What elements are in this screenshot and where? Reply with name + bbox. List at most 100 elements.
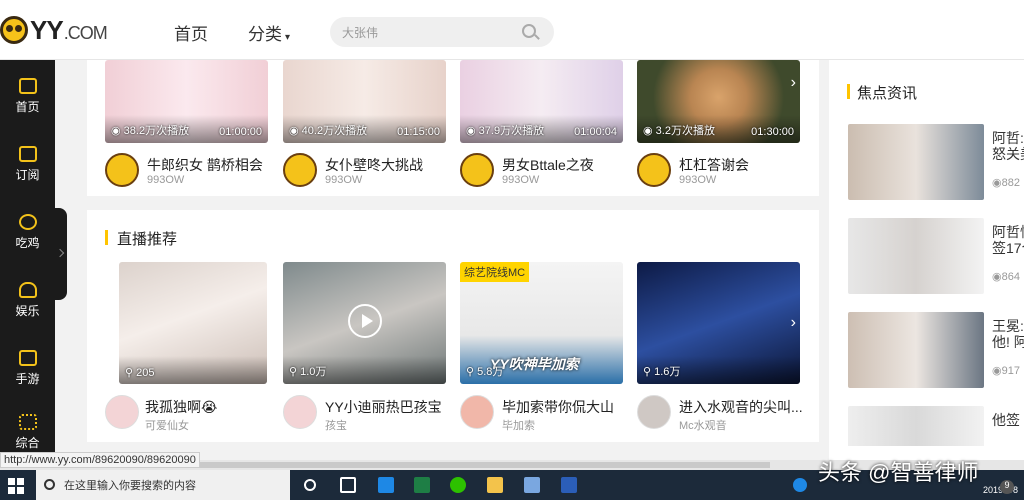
news-headline[interactable]: 他签 <box>992 410 1020 430</box>
video-title[interactable]: 女仆壁咚大挑战 <box>325 155 423 175</box>
chevron-right-icon[interactable]: › <box>791 74 796 92</box>
video-card[interactable]: ◉ 40.2万次播放 01:15:00 女仆壁咚大挑战 993OW <box>283 60 446 187</box>
avatar[interactable] <box>283 153 317 187</box>
feishu-icon[interactable] <box>524 477 540 493</box>
scrollbar-thumb[interactable] <box>150 462 770 468</box>
sidebar-item-general[interactable]: 综合 <box>0 414 55 451</box>
video-title[interactable]: 男女Bttale之夜 <box>502 155 594 175</box>
video-thumbnail[interactable]: ◉ 38.2万次播放 01:00:00 <box>105 60 268 143</box>
sidebar-item-subscribe[interactable]: 订阅 <box>0 146 55 183</box>
sidebar-item-home[interactable]: 首页 <box>0 78 55 115</box>
news-item[interactable]: 阿哲: 怒关美 ◉882 <box>848 124 1024 200</box>
avatar[interactable] <box>637 153 671 187</box>
taskbar-search[interactable]: 在这里输入你要搜索的内容 <box>36 470 290 500</box>
live-card[interactable]: ⚲ 1.0万 YY小迪丽热巴孩宝 孩宝 <box>283 262 446 432</box>
video-title[interactable]: 杠杠答谢会 <box>679 155 749 175</box>
multitask-icon[interactable] <box>340 477 356 493</box>
play-icon[interactable] <box>348 304 382 338</box>
nav-category[interactable]: 分类 ▾ <box>248 20 290 45</box>
channel-name: 993OW <box>325 174 363 186</box>
video-card[interactable]: › ◉ 3.2万次播放 01:30:00 杠杠答谢会 993OW <box>637 60 800 187</box>
sidebar-item-label: 综合 <box>15 436 40 450</box>
nav-category-label: 分类 <box>248 25 282 44</box>
news-item[interactable]: 阿哲忙 签17个 ◉864 <box>848 218 1024 294</box>
yy-logo[interactable]: YY.COM <box>0 12 108 48</box>
live-title[interactable]: 我孤独啊😭 <box>145 397 217 417</box>
video-thumbnail[interactable]: ◉ 40.2万次播放 01:15:00 <box>283 60 446 143</box>
sidebar-item-label: 手游 <box>15 372 40 386</box>
viewer-count: ⚲ 205 <box>125 367 155 379</box>
live-card[interactable]: › ⚲ 1.6万 进入水观音的尖叫... Mc水观音 <box>637 262 803 432</box>
search-input[interactable]: 大张伟 <box>342 24 378 41</box>
video-card[interactable]: ◉ 37.9万次播放 01:00:04 男女Bttale之夜 993OW <box>460 60 623 187</box>
live-thumbnail[interactable]: › ⚲ 1.6万 <box>637 262 800 384</box>
avatar[interactable] <box>105 395 139 429</box>
news-item[interactable]: 他签 <box>848 406 1024 446</box>
subscribe-icon <box>18 146 37 162</box>
avatar[interactable] <box>283 395 317 429</box>
search-icon[interactable] <box>522 24 536 38</box>
news-thumbnail[interactable] <box>848 218 984 294</box>
sidebar-item-game[interactable]: 吃鸡 <box>0 214 55 251</box>
edge-browser-icon[interactable] <box>378 477 394 493</box>
news-headline-line2[interactable]: 他! 阿 <box>992 332 1024 352</box>
live-card[interactable]: ⚲ 205 我孤独啊😭 可爱仙女 <box>105 262 282 432</box>
live-title[interactable]: 进入水观音的尖叫... <box>679 397 803 417</box>
news-thumbnail[interactable] <box>848 124 984 200</box>
sidebar-item-entertainment[interactable]: 娱乐 <box>0 282 55 319</box>
live-thumbnail[interactable]: 综艺院线MC YY吹神毕加索 ⚲ 5.8万 <box>460 262 623 384</box>
excel-icon[interactable] <box>414 477 430 493</box>
channel-name: 993OW <box>679 174 717 186</box>
news-item[interactable]: 王冕: 他! 阿 ◉917 <box>848 312 1024 388</box>
mobile-game-icon <box>18 350 37 366</box>
file-explorer-icon[interactable] <box>487 477 503 493</box>
game-icon <box>18 214 37 230</box>
view-count: ◉ 38.2万次播放 <box>111 125 190 137</box>
task-view-icon[interactable] <box>304 479 316 491</box>
avatar[interactable] <box>460 153 494 187</box>
search-box[interactable]: 大张伟 <box>330 17 554 47</box>
live-thumbnail[interactable]: ⚲ 205 <box>119 262 267 384</box>
news-column: 焦点资讯 阿哲: 怒关美 ◉882 阿哲忙 签17个 ◉864 王冕: 他! 阿… <box>829 60 1024 460</box>
live-card[interactable]: 综艺院线MC YY吹神毕加索 ⚲ 5.8万 毕加索带你侃大山 毕加索 <box>460 262 623 432</box>
sidebar-collapse-handle[interactable] <box>55 208 67 300</box>
help-icon[interactable] <box>793 478 807 492</box>
taskbar-search-input[interactable]: 在这里输入你要搜索的内容 <box>64 477 196 493</box>
sidebar-item-mobile-game[interactable]: 手游 <box>0 350 55 387</box>
view-count: ◉ 37.9万次播放 <box>466 125 545 137</box>
wechat-icon[interactable] <box>450 477 466 493</box>
news-thumbnail[interactable] <box>848 312 984 388</box>
live-thumbnail[interactable]: ⚲ 1.0万 <box>283 262 446 384</box>
view-count: ◉864 <box>992 271 1020 283</box>
word-icon[interactable] <box>561 477 577 493</box>
windows-start-icon[interactable] <box>8 478 24 494</box>
view-count: ◉ 3.2万次播放 <box>643 125 715 137</box>
avatar[interactable] <box>105 153 139 187</box>
video-card[interactable]: ◉ 38.2万次播放 01:00:00 牛郎织女 鹊桥相会 993OW <box>105 60 268 187</box>
chevron-down-icon: ▾ <box>285 32 291 43</box>
video-title[interactable]: 牛郎织女 鹊桥相会 <box>147 155 263 175</box>
avatar[interactable] <box>460 395 494 429</box>
avatar[interactable] <box>637 395 671 429</box>
chevron-right-icon[interactable]: › <box>791 314 796 332</box>
viewer-count: ⚲ 1.0万 <box>289 366 327 378</box>
top-bar: YY.COM 首页 分类 ▾ 大张伟 <box>0 0 1024 60</box>
streamer-name: 孩宝 <box>325 420 347 432</box>
news-thumbnail[interactable] <box>848 406 984 446</box>
duration: 01:15:00 <box>397 126 440 138</box>
duration: 01:00:04 <box>574 126 617 138</box>
duration: 01:30:00 <box>751 126 794 138</box>
sidebar-item-label: 吃鸡 <box>15 236 40 250</box>
streamer-name: Mc水观音 <box>679 420 727 432</box>
news-headline-line2[interactable]: 签17个 <box>992 238 1024 258</box>
news-headline-line2[interactable]: 怒关美 <box>992 144 1024 164</box>
video-thumbnail[interactable]: › ◉ 3.2万次播放 01:30:00 <box>637 60 800 143</box>
nav-home[interactable]: 首页 <box>174 20 208 45</box>
channel-name: 993OW <box>147 174 185 186</box>
notification-badge[interactable]: 9 <box>1000 480 1014 494</box>
video-thumbnail[interactable]: ◉ 37.9万次播放 01:00:04 <box>460 60 623 143</box>
live-title[interactable]: YY小迪丽热巴孩宝 <box>325 397 442 417</box>
live-title[interactable]: 毕加索带你侃大山 <box>502 397 614 417</box>
search-icon <box>44 479 55 490</box>
logo-suffix: .COM <box>63 22 108 43</box>
